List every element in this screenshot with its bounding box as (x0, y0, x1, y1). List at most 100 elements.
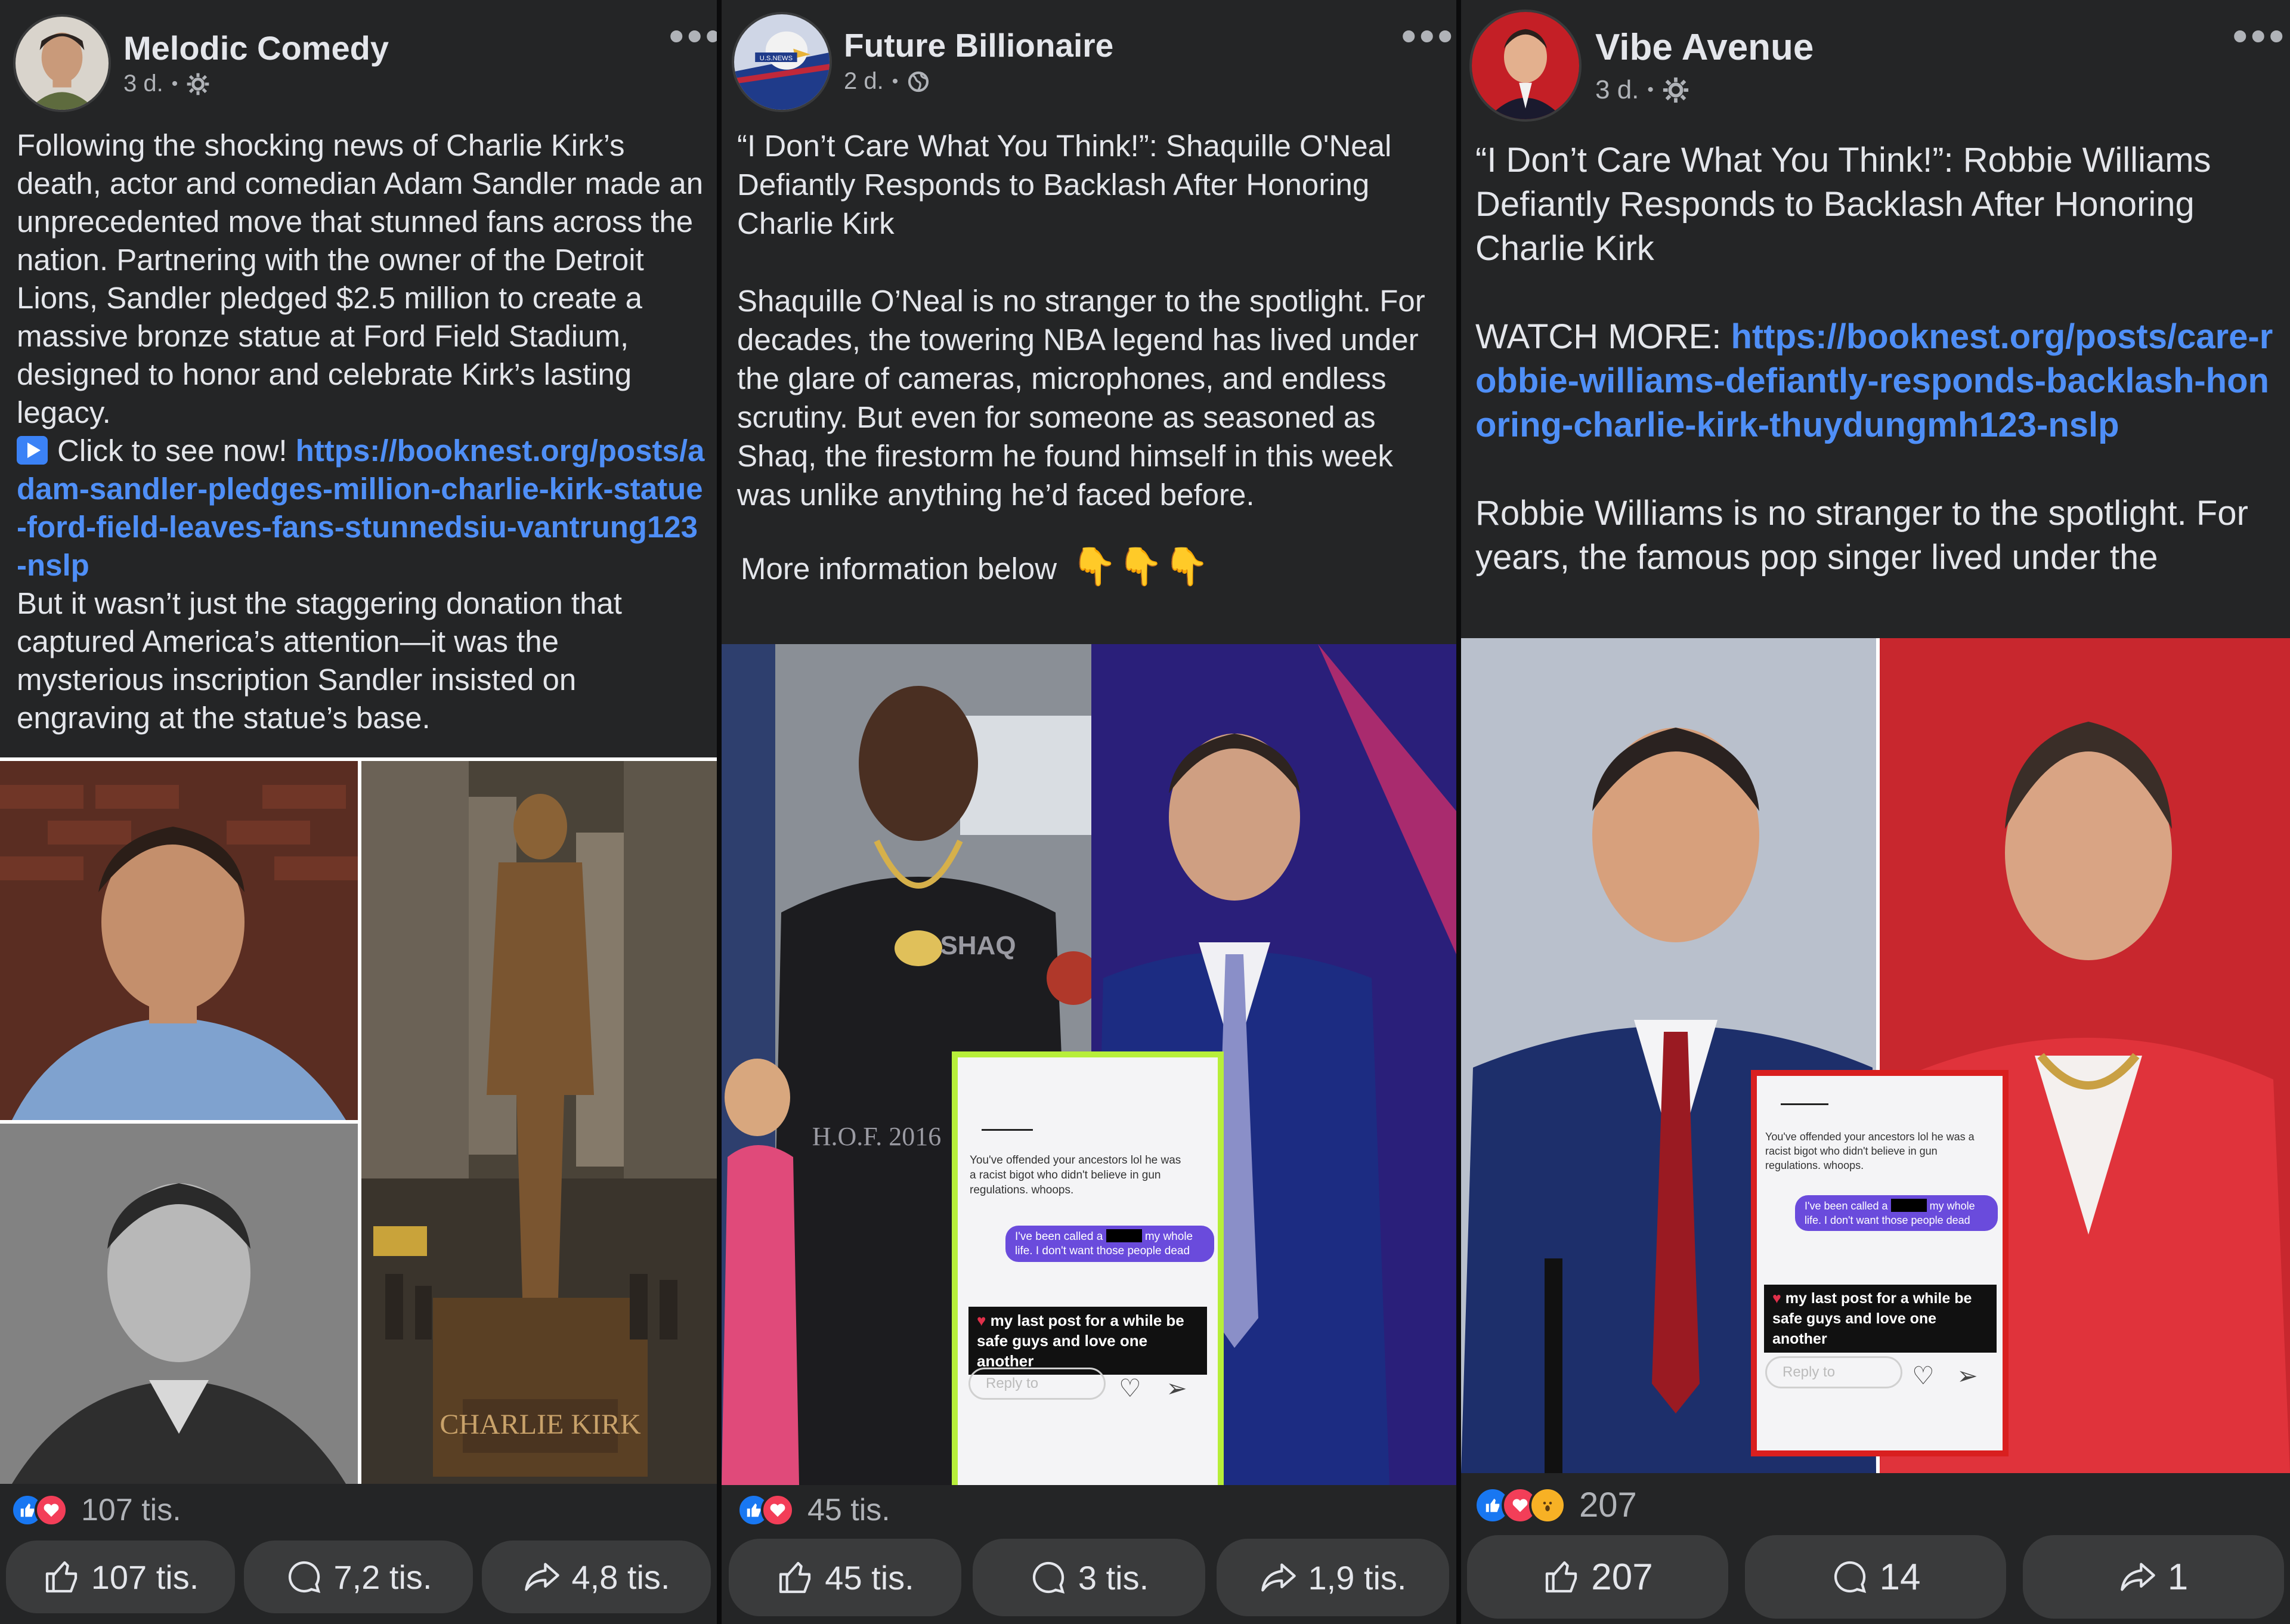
page-avatar[interactable] (13, 14, 111, 112)
heart-icon[interactable]: ♡ (1912, 1362, 1935, 1390)
more-options-icon[interactable]: ••• (1401, 15, 1456, 57)
gear-icon (1663, 77, 1688, 103)
watch-more-label: WATCH MORE: (1475, 317, 1722, 356)
dm-message: You've offended your ancestors lol he wa… (970, 1154, 1181, 1196)
comment-icon (1834, 1561, 1866, 1594)
action-bar: 107 tis. 7,2 tis. 4,8 tis. (0, 1541, 717, 1613)
story-action-icons: ♡ ➢ (1912, 1361, 1978, 1390)
share-count: 1,9 tis. (1308, 1558, 1407, 1597)
post-cta-line: Click to see now! https://booknest.org/p… (17, 432, 705, 584)
redaction-bar (1106, 1229, 1142, 1242)
story-action-icons: ♡ ➢ (1119, 1374, 1187, 1403)
reaction-summary[interactable]: 45 tis. (722, 1492, 1456, 1528)
love-reaction-icon (35, 1493, 68, 1527)
page-name[interactable]: Melodic Comedy (123, 29, 389, 67)
comment-button[interactable]: 3 tis. (973, 1539, 1205, 1616)
post-vibe-avenue: Vibe Avenue 3 d. • ••• “I Don’t Care Wha… (1461, 0, 2290, 1624)
wow-reaction-icon (1529, 1486, 1566, 1524)
post-headline: “I Don’t Care What You Think!”: Shaquill… (737, 129, 1400, 240)
post-media[interactable]: SHAQ H.O.F. 2016 You've offended your an… (722, 644, 1456, 1485)
page-name[interactable]: Vibe Avenue (1595, 26, 1814, 69)
story-reply-placeholder: Reply to (986, 1375, 1039, 1391)
meta-separator: • (1647, 80, 1654, 100)
like-button[interactable]: 107 tis. (6, 1541, 235, 1613)
send-icon[interactable]: ➢ (1957, 1362, 1978, 1390)
screenshot-dm-card[interactable]: You've offended your ancestors lol he wa… (1751, 1070, 2009, 1456)
share-icon (1261, 1563, 1296, 1592)
photo-charlie-kirk-bw[interactable] (0, 1124, 358, 1484)
share-button[interactable]: 1 (2023, 1535, 2284, 1619)
post-media[interactable]: You've offended your ancestors lol he wa… (1461, 638, 2290, 1473)
comment-count: 7,2 tis. (333, 1558, 432, 1596)
like-count: 45 tis. (825, 1558, 914, 1597)
dm-story-caption: ♥ my last post for a while be safe guys … (968, 1307, 1207, 1375)
dm-bubble-part-a: I've been called a (1805, 1200, 1888, 1212)
dm-divider (982, 1129, 1033, 1131)
page-avatar[interactable]: U.S.NEWS (732, 12, 832, 112)
story-reply-placeholder: Reply to (1783, 1364, 1836, 1380)
post-time[interactable]: 2 d. (844, 68, 884, 95)
watch-more-line: WATCH MORE: https://booknest.org/posts/c… (1475, 315, 2278, 447)
share-count: 1 (2167, 1556, 2189, 1598)
redaction-bar (1890, 1199, 1927, 1212)
screenshot-dm-card[interactable]: You've offended your ancestors lol he wa… (952, 1051, 1224, 1485)
comment-button[interactable]: 7,2 tis. (244, 1541, 473, 1613)
heart-icon: ♥ (977, 1311, 986, 1329)
heart-icon: ♥ (1772, 1290, 1781, 1307)
more-options-icon[interactable]: ••• (2233, 15, 2288, 57)
love-reaction-icon (761, 1493, 794, 1527)
reaction-summary[interactable]: 107 tis. (0, 1492, 717, 1528)
page-name[interactable]: Future Billionaire (844, 26, 1113, 64)
share-button[interactable]: 4,8 tis. (482, 1541, 711, 1613)
like-button[interactable]: 45 tis. (729, 1539, 961, 1616)
page-avatar[interactable] (1469, 10, 1582, 122)
heart-icon[interactable]: ♡ (1119, 1374, 1141, 1402)
reaction-icons (11, 1493, 68, 1527)
story-reply-field[interactable]: Reply to (1765, 1356, 1902, 1388)
thumbs-up-icon (45, 1561, 77, 1593)
photo-bronze-statue[interactable]: CHARLIE KIRK (361, 761, 717, 1484)
dm-reply-bubble: I've been called a my whole life. I don'… (1795, 1195, 1998, 1231)
statue-plaque: CHARLIE KIRK (440, 1409, 641, 1440)
post-time[interactable]: 3 d. (1595, 75, 1639, 105)
thumbs-up-icon (1546, 1561, 1577, 1593)
dm-reply-bubble: I've been called a my whole life. I don'… (1005, 1226, 1214, 1262)
share-button[interactable]: 1,9 tis. (1217, 1539, 1449, 1616)
dm-story-caption: ♥ my last post for a while be safe guys … (1764, 1285, 1997, 1353)
photo-adam-sandler[interactable] (0, 761, 358, 1120)
send-icon[interactable]: ➢ (1166, 1374, 1187, 1402)
play-icon (17, 436, 48, 465)
dm-caption-text: my last post for a while be safe guys an… (977, 1311, 1184, 1370)
like-button[interactable]: 207 (1467, 1535, 1728, 1619)
reaction-count: 207 (1579, 1486, 1637, 1524)
share-icon (524, 1563, 559, 1591)
reaction-icons (737, 1493, 794, 1527)
more-info-line: More information below 👇👇👇 (737, 547, 1446, 588)
comment-button[interactable]: 14 (1745, 1535, 2006, 1619)
thumbs-up-icon (779, 1561, 811, 1594)
more-options-icon[interactable]: ••• (669, 15, 717, 57)
more-info-text: More information below (741, 552, 1057, 586)
like-count: 107 tis. (91, 1558, 199, 1596)
story-reply-field[interactable]: Reply to (968, 1368, 1106, 1400)
post-text-outro: But it wasn’t just the staggering donati… (17, 586, 631, 735)
meta-separator: • (171, 73, 178, 94)
comment-count: 3 tis. (1078, 1558, 1149, 1597)
post-media[interactable]: CHARLIE KIRK (0, 757, 717, 1484)
pointing-down-icon: 👇👇👇 (1071, 546, 1209, 587)
dm-divider (1781, 1103, 1828, 1105)
post-body: Following the shocking news of Charlie K… (17, 126, 705, 737)
action-bar: 45 tis. 3 tis. 1,9 tis. (722, 1539, 1456, 1616)
post-body: “I Don’t Care What You Think!”: Robbie W… (1475, 138, 2278, 638)
post-time[interactable]: 3 d. (123, 70, 163, 97)
reaction-summary[interactable]: 207 (1461, 1485, 2290, 1525)
reaction-count: 107 tis. (81, 1493, 181, 1527)
reaction-count: 45 tis. (807, 1493, 890, 1527)
post-meta: 3 d. • (123, 70, 210, 97)
post-future-billionaire: U.S.NEWS Future Billionaire 2 d. • ••• “… (722, 0, 1456, 1624)
globe-icon (908, 71, 929, 92)
gear-icon (187, 73, 209, 95)
